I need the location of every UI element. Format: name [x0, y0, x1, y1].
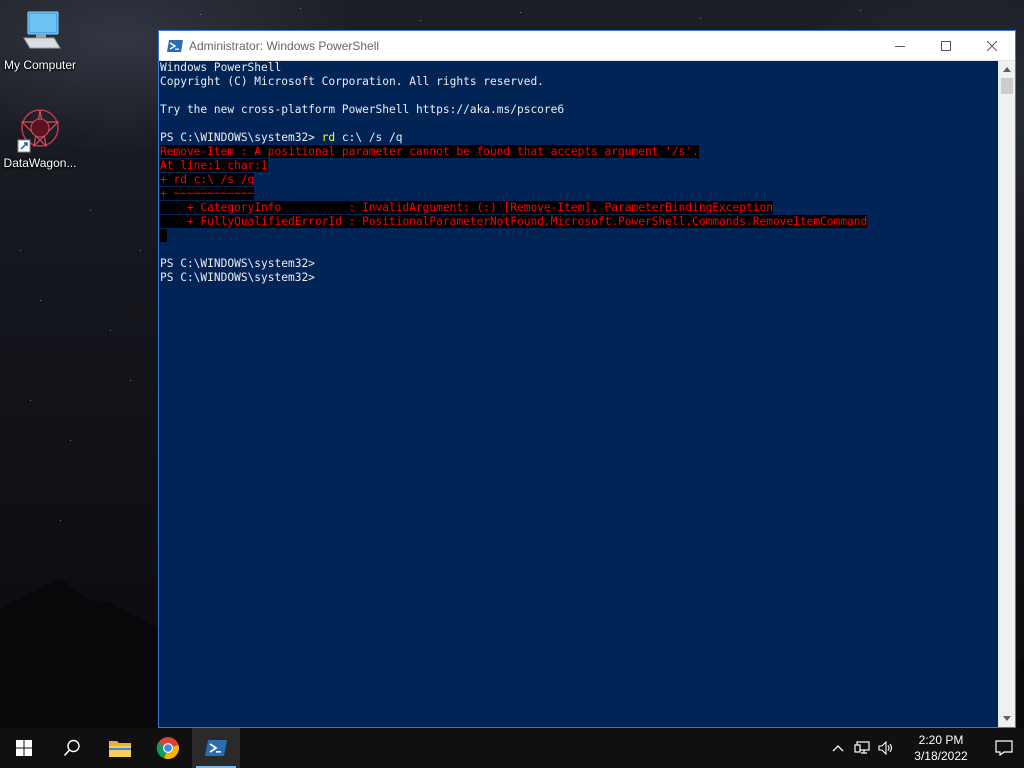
folder-icon [109, 741, 131, 757]
chevron-up-icon [1003, 67, 1011, 72]
console-line: PS C:\WINDOWS\system32> [160, 271, 315, 284]
network-button[interactable] [850, 728, 874, 768]
chrome-button[interactable] [144, 728, 192, 768]
desktop-icon-my-computer[interactable]: My Computer [0, 8, 80, 72]
scrollbar-thumb[interactable] [1001, 78, 1013, 94]
prompt-text: PS C:\WINDOWS\system32> [160, 131, 322, 144]
computer-icon [16, 8, 64, 56]
error-line: + rd c:\ /s /q [160, 173, 255, 186]
desktop-icon-label: DataWagon... [3, 156, 77, 170]
desktop-icon-label: My Computer [3, 58, 77, 72]
clock-date: 3/18/2022 [914, 749, 968, 763]
chevron-up-icon [832, 745, 844, 752]
show-hidden-icons-button[interactable] [826, 728, 850, 768]
scroll-up-button[interactable] [999, 61, 1015, 78]
command-line: PS C:\WINDOWS\system32> rd c:\ /s /q [160, 131, 998, 145]
chevron-down-icon [1003, 716, 1011, 721]
file-explorer-button[interactable] [96, 728, 144, 768]
error-line: + ~~~~~~~~~~~~ [160, 187, 255, 200]
action-center-button[interactable] [984, 728, 1024, 768]
volume-button[interactable] [874, 728, 898, 768]
desktop-icon-datawagon[interactable]: DataWagon... [0, 106, 80, 170]
error-line: Remove-Item : A positional parameter can… [160, 145, 699, 158]
search-icon [63, 739, 80, 757]
console-line: PS C:\WINDOWS\system32> [160, 257, 315, 270]
console-line: Windows PowerShell [160, 61, 282, 74]
windows-logo-icon [16, 740, 32, 756]
error-line: + FullyQualifiedErrorId : PositionalPara… [160, 215, 868, 228]
window-title: Administrator: Windows PowerShell [189, 38, 380, 53]
console-output[interactable]: Windows PowerShell Copyright (C) Microso… [159, 61, 998, 727]
command-args: c:\ /s /q [335, 131, 403, 144]
powershell-taskbar-button[interactable] [192, 728, 240, 768]
close-button[interactable] [969, 31, 1015, 60]
network-icon [854, 741, 870, 754]
volume-icon [878, 741, 893, 755]
console-line: Copyright (C) Microsoft Corporation. All… [160, 75, 544, 88]
start-button[interactable] [0, 728, 48, 768]
notification-icon [995, 740, 1013, 756]
powershell-window[interactable]: Administrator: Windows PowerShell Window… [158, 30, 1016, 728]
vertical-scrollbar[interactable] [998, 61, 1015, 727]
maximize-button[interactable] [923, 31, 969, 60]
scroll-down-button[interactable] [999, 710, 1015, 727]
maximize-icon [941, 40, 951, 51]
error-line: + CategoryInfo : InvalidArgument: (:) [R… [160, 201, 773, 214]
taskbar-clock[interactable]: 2:20 PM 3/18/2022 [904, 732, 978, 764]
powershell-icon [205, 740, 227, 756]
taskbar: 2:20 PM 3/18/2022 [0, 728, 1024, 768]
minimize-button[interactable] [877, 31, 923, 60]
window-titlebar[interactable]: Administrator: Windows PowerShell [159, 31, 1015, 61]
search-button[interactable] [48, 728, 96, 768]
powershell-icon [167, 39, 183, 52]
close-icon [987, 40, 997, 51]
error-line [160, 229, 167, 242]
console-line: Try the new cross-platform PowerShell ht… [160, 103, 565, 116]
chrome-icon [156, 737, 179, 760]
clock-time: 2:20 PM [918, 733, 964, 747]
error-line: At line:1 char:1 [160, 159, 268, 172]
system-tray: 2:20 PM 3/18/2022 [826, 728, 1024, 768]
minimize-icon [895, 45, 905, 47]
command-name: rd [321, 131, 336, 144]
datawagon-app-icon [16, 106, 64, 154]
